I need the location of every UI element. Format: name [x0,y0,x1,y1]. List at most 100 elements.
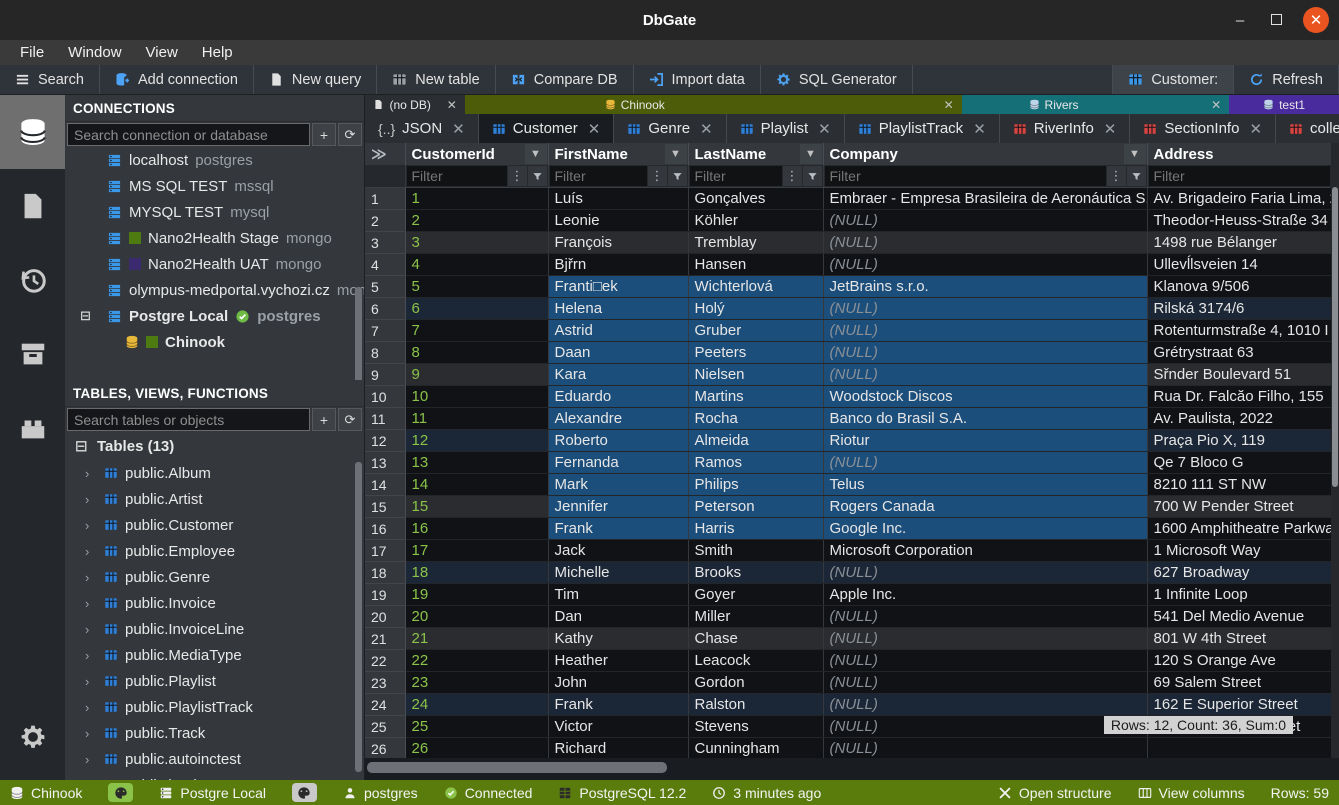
row-number-cell[interactable]: 25 [365,716,405,738]
statusbar-view-columns[interactable]: View columns [1138,785,1245,801]
cell-address-row10[interactable]: Rua Dr. Falcăo Filho, 155 [1147,386,1331,408]
file-tab-json[interactable]: {..}JSON✕ [365,114,479,143]
cell-first-row8[interactable]: Daan [548,342,688,364]
close-button[interactable]: ✕ [1303,7,1329,33]
chevron-right-icon[interactable]: › [85,596,97,611]
activitybar-plugins-icon[interactable] [0,391,65,465]
connection-item[interactable]: ⊟Postgre Localpostgres [65,303,364,329]
cell-last-row15[interactable]: Peterson [688,496,823,518]
cell-address-row21[interactable]: 801 W 4th Street [1147,628,1331,650]
activitybar-filter-triangle-icon[interactable] [0,465,65,539]
row-number-cell[interactable]: 21 [365,628,405,650]
chevron-right-icon[interactable]: › [85,700,97,715]
filter-input-address[interactable] [1149,166,1330,186]
chevron-right-icon[interactable]: › [85,778,97,781]
cell-id-row7[interactable]: 7 [405,320,548,342]
cell-id-row19[interactable]: 19 [405,584,548,606]
cell-last-row18[interactable]: Brooks [688,562,823,584]
toolbar-compare-db-button[interactable]: Compare DB [496,65,634,94]
connections-search-input[interactable] [67,123,310,146]
cell-id-row9[interactable]: 9 [405,364,548,386]
activitybar-files-icon[interactable] [0,169,65,243]
cell-id-row22[interactable]: 22 [405,650,548,672]
table-item-invoiceline[interactable]: ›public.InvoiceLine [65,616,364,642]
row-number-cell[interactable]: 19 [365,584,405,606]
table-item-artist[interactable]: ›public.Artist [65,486,364,512]
cell-first-row1[interactable]: Luís [548,188,688,210]
file-tab-riverinfo[interactable]: RiverInfo✕ [1000,114,1131,143]
statusbar-open-structure[interactable]: Open structure [998,785,1112,801]
chevron-right-icon[interactable]: › [85,518,97,533]
cell-last-row8[interactable]: Peeters [688,342,823,364]
cell-last-row11[interactable]: Rocha [688,408,823,430]
grid-horizontal-scrollbar[interactable] [365,758,1339,780]
close-tab-icon[interactable]: ✕ [934,98,954,112]
table-item-playlisttrack[interactable]: ›public.PlaylistTrack [65,694,364,720]
toolbar-search-button[interactable]: Search [0,65,100,94]
file-tab-sectioninfo[interactable]: SectionInfo✕ [1130,114,1276,143]
cell-company-row13[interactable]: (NULL) [823,452,1147,474]
chevron-right-icon[interactable]: › [85,622,97,637]
cell-company-row3[interactable]: (NULL) [823,232,1147,254]
cell-address-row16[interactable]: 1600 Amphitheatre Parkwa [1147,518,1331,540]
cell-last-row14[interactable]: Philips [688,474,823,496]
close-tab-icon[interactable]: ✕ [588,120,601,138]
cell-address-row4[interactable]: Ullevĺlsveien 14 [1147,254,1331,276]
cell-id-row11[interactable]: 11 [405,408,548,430]
row-number-cell[interactable]: 10 [365,386,405,408]
chevron-right-icon[interactable]: › [85,544,97,559]
cell-last-row21[interactable]: Chase [688,628,823,650]
cell-first-row19[interactable]: Tim [548,584,688,606]
close-tab-icon[interactable]: ✕ [1104,120,1117,138]
row-number-cell[interactable]: 15 [365,496,405,518]
cell-first-row2[interactable]: Leonie [548,210,688,232]
activitybar-history-icon[interactable] [0,243,65,317]
filter-funnel-icon[interactable] [803,166,822,186]
cell-last-row3[interactable]: Tremblay [688,232,823,254]
cell-address-row24[interactable]: 162 E Superior Street [1147,694,1331,716]
filter-funnel-icon[interactable] [1127,166,1146,186]
cell-company-row18[interactable]: (NULL) [823,562,1147,584]
db-tab-nodb[interactable]: (no DB)✕ [365,95,465,114]
close-tab-icon[interactable]: ✕ [437,98,457,112]
cell-company-row1[interactable]: Embraer - Empresa Brasileira de Aeronáut… [823,188,1147,210]
cell-address-row18[interactable]: 627 Broadway [1147,562,1331,584]
cell-first-row12[interactable]: Roberto [548,430,688,452]
connection-item[interactable]: localhostpostgres [65,147,364,173]
maximize-button[interactable] [1267,12,1285,29]
file-tab-playlist[interactable]: Playlist✕ [727,114,845,143]
minimize-button[interactable]: – [1231,12,1249,29]
row-number-cell[interactable]: 3 [365,232,405,254]
filter-funnel-icon[interactable] [668,166,687,186]
cell-id-row13[interactable]: 13 [405,452,548,474]
cell-address-row8[interactable]: Grétrystraat 63 [1147,342,1331,364]
row-number-cell[interactable]: 7 [365,320,405,342]
connections-add-button[interactable]: + [312,123,336,146]
cell-first-row20[interactable]: Dan [548,606,688,628]
table-item-autoinctest[interactable]: ›public.autoinctest [65,746,364,772]
cell-first-row25[interactable]: Victor [548,716,688,738]
cell-company-row24[interactable]: (NULL) [823,694,1147,716]
connection-item[interactable]: MS SQL TESTmssql [65,173,364,199]
connection-item[interactable]: Nano2Health Stagemongo [65,225,364,251]
statusbar-color-badge[interactable] [292,783,317,802]
cell-last-row5[interactable]: Wichterlová [688,276,823,298]
grid-corner-cell[interactable]: ≫ [365,143,405,165]
cell-last-row24[interactable]: Ralston [688,694,823,716]
table-item-booleantest[interactable]: ›public.booleantest [65,772,364,780]
row-number-cell[interactable]: 14 [365,474,405,496]
connections-refresh-button[interactable]: ⟳ [338,123,362,146]
cell-id-row4[interactable]: 4 [405,254,548,276]
table-item-album[interactable]: ›public.Album [65,460,364,486]
table-item-playlist[interactable]: ›public.Playlist [65,668,364,694]
cell-last-row13[interactable]: Ramos [688,452,823,474]
cell-company-row7[interactable]: (NULL) [823,320,1147,342]
connection-item[interactable]: MYSQL TESTmysql [65,199,364,225]
cell-last-row23[interactable]: Gordon [688,672,823,694]
filter-menu-icon[interactable]: ⋮ [1107,166,1126,186]
db-tab-chinook[interactable]: Chinook✕ [465,95,962,114]
cell-address-row17[interactable]: 1 Microsoft Way [1147,540,1331,562]
chevron-right-icon[interactable]: › [85,648,97,663]
cell-id-row14[interactable]: 14 [405,474,548,496]
cell-last-row12[interactable]: Almeida [688,430,823,452]
